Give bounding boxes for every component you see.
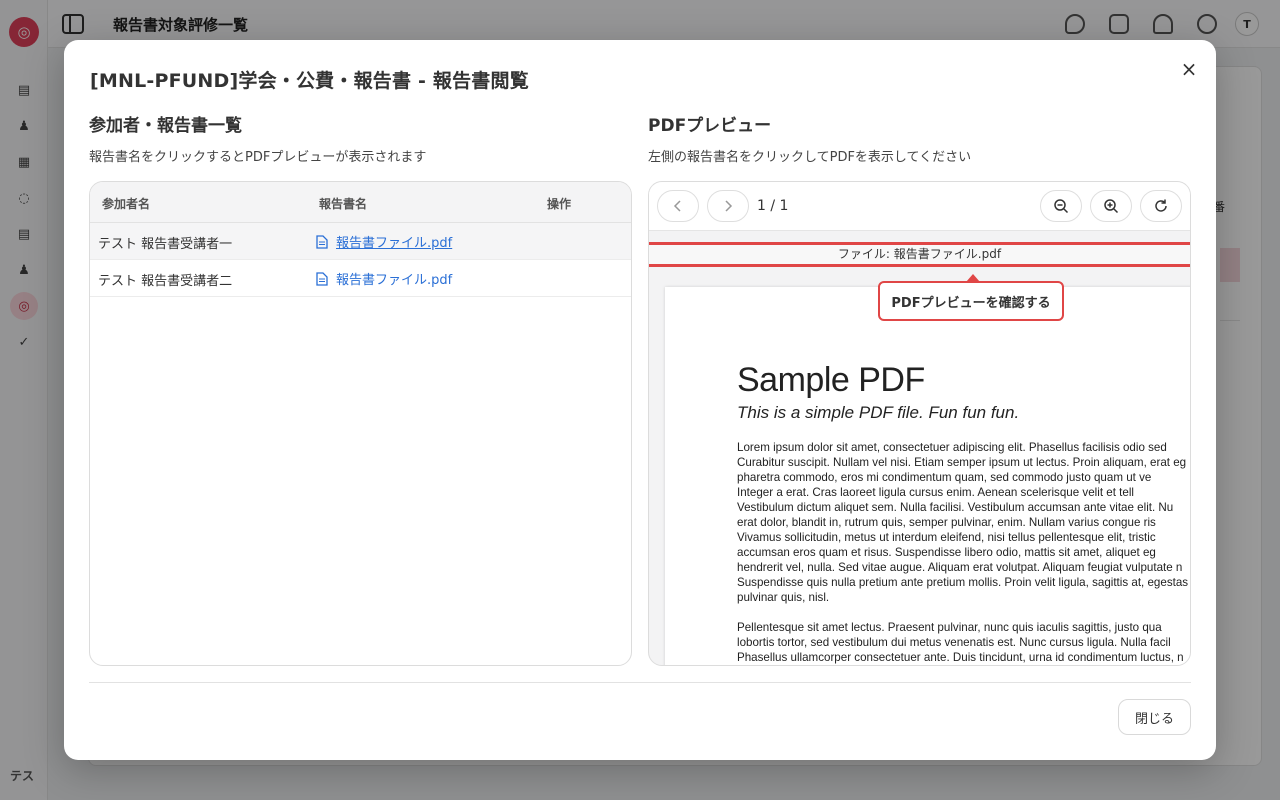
participants-table: 参加者名 報告書名 操作 テスト 報告書受講者一 報告書ファイル.pdf テスト…	[89, 181, 632, 666]
document-icon	[316, 234, 328, 249]
reset-zoom-button[interactable]	[1140, 190, 1182, 222]
close-button[interactable]: 閉じる	[1118, 699, 1191, 735]
chevron-right-icon	[725, 200, 733, 212]
zoom-in-button[interactable]	[1090, 190, 1132, 222]
zoom-in-icon	[1104, 199, 1119, 214]
participants-section-title: 参加者・報告書一覧	[89, 116, 242, 136]
pdf-preview-title: PDFプレビュー	[648, 116, 772, 136]
table-header: 参加者名 報告書名 操作	[90, 182, 631, 223]
pdf-subheading: This is a simple PDF file. Fun fun fun.	[737, 403, 1020, 422]
file-name-banner: ファイル: 報告書ファイル.pdf	[649, 242, 1190, 267]
refresh-icon	[1155, 199, 1167, 212]
chevron-left-icon	[673, 200, 681, 212]
pdf-toolbar: 1 / 1	[649, 182, 1190, 231]
report-file-name[interactable]: 報告書ファイル.pdf	[336, 232, 452, 251]
pdf-paragraph-1: Lorem ipsum dolor sit amet, consectetuer…	[737, 441, 1189, 604]
report-viewer-modal: [MNL-PFUND]学会・公費・報告書 - 報告書閲覧 × 参加者・報告書一覧…	[64, 40, 1216, 760]
participant-name: テスト 報告書受講者二	[98, 274, 233, 289]
zoom-out-button[interactable]	[1040, 190, 1082, 222]
modal-title: [MNL-PFUND]学会・公費・報告書 - 報告書閲覧	[90, 70, 529, 92]
pdf-paragraph-2: Pellentesque sit amet lectus. Praesent p…	[737, 621, 1184, 664]
zoom-out-icon	[1054, 199, 1069, 214]
next-page-button[interactable]	[707, 190, 749, 222]
document-icon	[316, 271, 328, 286]
pdf-preview-subtitle: 左側の報告書名をクリックしてPDFを表示してください	[648, 150, 972, 165]
pdf-page[interactable]: Sample PDF This is a simple PDF file. Fu…	[665, 287, 1190, 665]
report-file-name[interactable]: 報告書ファイル.pdf	[336, 269, 452, 288]
close-icon[interactable]: ×	[1178, 58, 1200, 80]
pdf-preview-panel: 1 / 1 Sample PDF This is a simple PDF fi…	[648, 181, 1191, 666]
participants-section-subtitle: 報告書名をクリックするとPDFプレビューが表示されます	[89, 150, 427, 165]
table-row[interactable]: テスト 報告書受講者一 報告書ファイル.pdf	[90, 223, 631, 260]
column-header-participant: 参加者名	[102, 197, 151, 211]
footer-divider	[89, 682, 1191, 683]
previous-page-button[interactable]	[657, 190, 699, 222]
participant-name: テスト 報告書受講者一	[98, 237, 233, 252]
column-header-report: 報告書名	[319, 197, 368, 211]
column-header-actions: 操作	[547, 197, 572, 211]
page-indicator: 1 / 1	[757, 198, 789, 214]
table-row[interactable]: テスト 報告書受講者二 報告書ファイル.pdf	[90, 260, 631, 297]
preview-callout: PDFプレビューを確認する	[878, 274, 1064, 321]
pdf-heading: Sample PDF	[737, 361, 925, 399]
report-file-link[interactable]: 報告書ファイル.pdf	[316, 232, 452, 251]
report-file-link[interactable]: 報告書ファイル.pdf	[316, 269, 452, 288]
